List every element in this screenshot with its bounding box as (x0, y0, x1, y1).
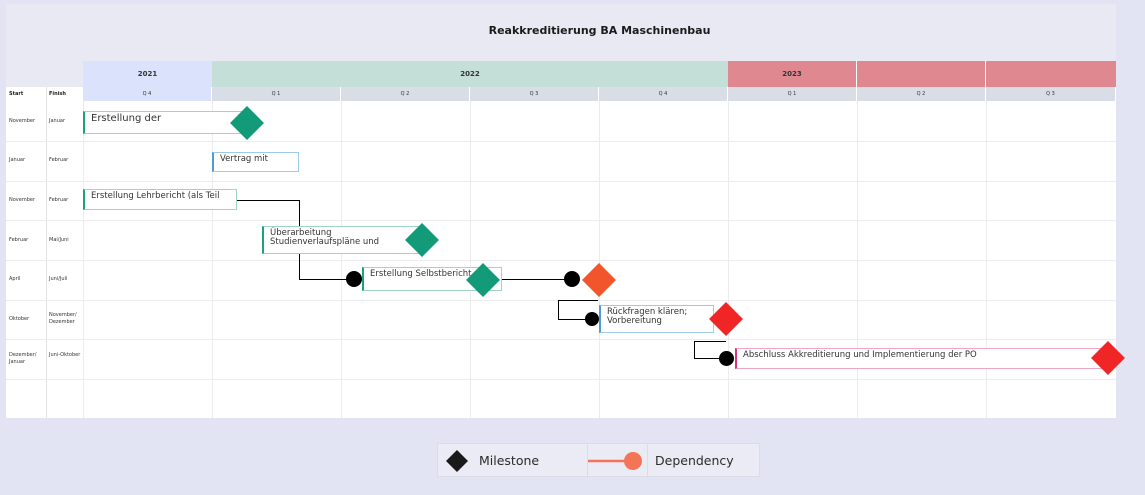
task-bar[interactable]: Überarbeitung Studienverlaufspläne und (262, 226, 424, 254)
dependency-connector (502, 279, 572, 280)
task-bar[interactable]: Abschluss Akkreditierung und Implementie… (735, 348, 1110, 369)
task-label: Erstellung Selbstbericht (370, 269, 472, 279)
row-start-cell: Februar (9, 237, 29, 243)
quarter-header: Q 3 (986, 87, 1116, 101)
milestone-diamond-icon[interactable] (709, 302, 743, 336)
row-finish-cell: Juni/Juli (49, 276, 68, 282)
year-2023-extension (857, 61, 986, 87)
finish-column-header: Finish (46, 87, 83, 101)
dependency-connector (558, 300, 598, 301)
dependency-dot-icon[interactable] (564, 271, 580, 287)
task-bar[interactable]: Erstellung der (83, 111, 243, 134)
grid-line (6, 181, 1116, 182)
dependency-connector (694, 341, 726, 342)
task-label: Erstellung der (91, 113, 162, 124)
row-finish-cell: November/ Dezember (49, 312, 77, 325)
milestone-diamond-icon[interactable] (1091, 341, 1125, 375)
black-diamond-icon (446, 450, 468, 472)
row-finish-cell: Januar (49, 118, 65, 124)
legend-dependency-label: Dependency (655, 453, 734, 468)
grid-line (6, 220, 1116, 221)
task-label: Überarbeitung Studienverlaufspläne und (270, 228, 380, 247)
row-finish-cell: Februar (49, 157, 69, 163)
row-finish-cell: Februar (49, 197, 69, 203)
row-start-cell: Januar (9, 157, 25, 163)
grid-line (6, 339, 1116, 340)
row-start-cell: November (9, 118, 36, 124)
milestone-diamond-icon[interactable] (582, 263, 616, 297)
task-bar[interactable]: Vertrag mit (212, 152, 299, 172)
dependency-dot-icon[interactable] (585, 312, 599, 326)
quarter-header: Q 2 (341, 87, 470, 101)
task-label: Vertrag mit (220, 154, 268, 164)
grid-line (6, 141, 1116, 142)
row-start-cell: April (9, 276, 21, 282)
gantt-board: Reakkreditierung BA Maschinenbau 2021 20… (6, 4, 1125, 418)
row-start-cell: November (9, 197, 36, 203)
start-column-header: Start (6, 87, 46, 101)
grid-line (6, 379, 1116, 380)
dependency-connector (558, 300, 559, 320)
chart-title: Reakkreditierung BA Maschinenbau (488, 24, 711, 37)
quarter-header: Q 2 (857, 87, 986, 101)
task-bar[interactable]: Erstellung Lehrbericht (als Teil (83, 189, 237, 210)
legend-milestone-label: Milestone (479, 453, 540, 468)
quarter-header: Q 4 (83, 87, 212, 101)
task-label: Erstellung Lehrbericht (als Teil (91, 191, 220, 201)
row-finish-cell: Juni-Oktober (49, 352, 81, 358)
task-label: Abschluss Akkreditierung und Implementie… (743, 350, 977, 360)
year-2021: 2021 (83, 61, 212, 87)
dependency-connector (237, 200, 300, 201)
dependency-dot-icon[interactable] (346, 271, 362, 287)
quarter-header: Q 4 (599, 87, 728, 101)
row-finish-cell: Mai/Juni (49, 237, 69, 243)
year-2023: 2023 (728, 61, 857, 87)
task-bar[interactable]: Rückfragen klären; Vorbereitung (599, 305, 714, 333)
quarter-header: Q 3 (470, 87, 599, 101)
dependency-connector (694, 341, 695, 359)
dependency-dot-icon[interactable] (719, 351, 734, 366)
task-label: Rückfragen klären; Vorbereitung (607, 307, 688, 326)
legend: Milestone Dependency (437, 443, 760, 478)
dependency-line-icon (586, 450, 646, 472)
legend-divider (647, 444, 648, 478)
row-start-cell: Dezember/ Januar (9, 352, 37, 365)
year-2023-extension (986, 61, 1116, 87)
row-start-cell: Oktober (9, 316, 30, 322)
grid-line (6, 260, 1116, 261)
quarter-header: Q 1 (212, 87, 341, 101)
quarter-header: Q 1 (728, 87, 857, 101)
year-2022: 2022 (212, 61, 728, 87)
grid-line (46, 87, 47, 418)
header-corner (6, 4, 83, 87)
